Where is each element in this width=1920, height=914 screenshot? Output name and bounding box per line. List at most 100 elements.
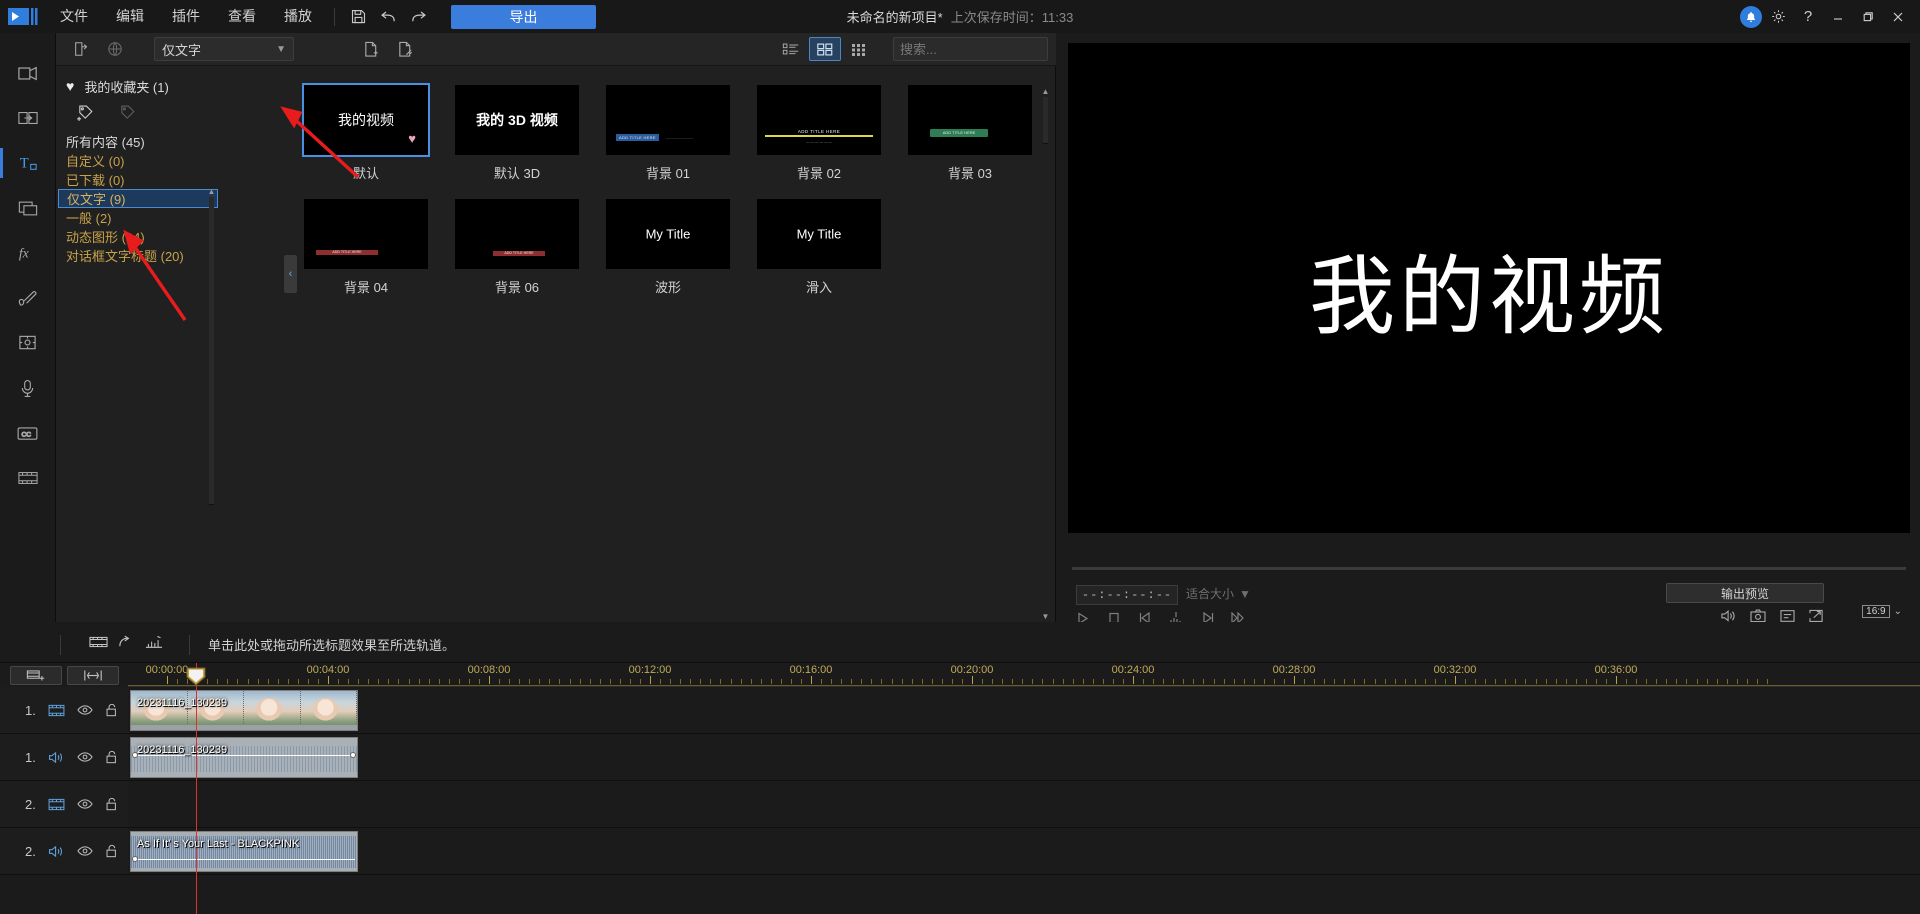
add-track-icon[interactable] <box>10 665 62 685</box>
audio-track-icon[interactable] <box>48 751 65 764</box>
unlocked-icon[interactable] <box>105 797 118 811</box>
template-cell-background-01[interactable]: ADD TITLE HERE ————————— 背景 01 <box>606 85 730 182</box>
edit-template-icon[interactable] <box>388 36 422 62</box>
eye-visible-icon[interactable] <box>77 798 93 810</box>
sidebar-item-titles[interactable]: T <box>9 147 47 179</box>
sidebar-item-transitions[interactable] <box>9 102 47 134</box>
menu-item-plugins[interactable]: 插件 <box>158 0 214 33</box>
sidebar-item-media[interactable] <box>9 57 47 89</box>
template-thumbnail[interactable]: 我的 3D 视频 <box>455 85 579 155</box>
library-filter-dropdown[interactable]: 仅文字 ▼ <box>154 37 294 61</box>
template-thumbnail[interactable]: ADD TITLE HERE — — — — — — <box>757 85 881 155</box>
menu-item-edit[interactable]: 编辑 <box>102 0 158 33</box>
track-lane[interactable] <box>128 781 1920 827</box>
template-cell-background-03[interactable]: ADD TITLE HERE 背景 03 <box>908 85 1032 182</box>
export-button[interactable]: 导出 <box>451 4 596 29</box>
timeline-ruler[interactable]: 00:00:00 00:04:00 00:08:00 00:12:00 00:1… <box>128 663 1920 687</box>
undo-icon[interactable] <box>373 4 403 30</box>
search-input[interactable] <box>900 41 1076 57</box>
unlocked-icon[interactable] <box>105 750 118 764</box>
template-cell-slide-in[interactable]: My Title 滑入 <box>757 199 881 296</box>
collapse-panel-chevron-icon[interactable]: ‹ <box>284 255 297 293</box>
notification-bell-icon[interactable] <box>1740 5 1762 28</box>
import-media-icon[interactable] <box>64 36 98 62</box>
video-track-icon[interactable] <box>48 798 65 811</box>
template-cell-background-04[interactable]: ADD TITLE HERE 背景 04 <box>304 199 428 296</box>
audio-volume-line[interactable] <box>133 859 355 860</box>
audio-keyframe-dot[interactable] <box>350 752 356 758</box>
category-item-text-only[interactable]: 仅文字 (9) <box>58 189 218 208</box>
sidebar-item-voice-record[interactable] <box>9 372 47 404</box>
audio-keyframe-dot[interactable] <box>132 856 138 862</box>
unlocked-icon[interactable] <box>105 844 118 858</box>
add-template-icon[interactable] <box>354 36 388 62</box>
search-box[interactable] <box>893 37 1089 61</box>
audio-track-icon[interactable] <box>48 845 65 858</box>
preview-scrubber[interactable] <box>1072 567 1906 570</box>
sidebar-item-storyboard[interactable] <box>9 462 47 494</box>
add-tag-icon[interactable] <box>76 103 96 128</box>
grid-scrollbar[interactable]: ▲ ▼ <box>1040 85 1051 622</box>
maximize-restore-icon[interactable] <box>1854 4 1882 30</box>
menu-item-view[interactable]: 查看 <box>214 0 270 33</box>
scroll-track[interactable] <box>1043 97 1048 144</box>
aspect-ratio-selector[interactable]: 16:9 ⌄ <box>1862 605 1902 618</box>
template-thumbnail[interactable]: My Title <box>757 199 881 269</box>
redo-icon[interactable] <box>403 4 433 30</box>
template-cell-default[interactable]: 我的视频 ♥ 默认 <box>302 83 430 182</box>
timeline-clip-audio[interactable]: 20231116_130239 <box>130 737 358 778</box>
globe-download-icon[interactable] <box>98 36 132 62</box>
audio-mixer-icon[interactable] <box>67 665 119 685</box>
category-item-dialogue-titles[interactable]: 对话框文字标题 (20) <box>58 246 218 265</box>
keyframe-icon[interactable] <box>145 635 163 654</box>
gear-icon[interactable] <box>1764 4 1792 30</box>
help-question-icon[interactable]: ? <box>1794 4 1822 30</box>
timeline-clip-music[interactable]: As If It’ s Your Last - BLACKPINK <box>130 831 358 872</box>
eye-visible-icon[interactable] <box>77 704 93 716</box>
template-cell-background-06[interactable]: ADD TITLE HERE 背景 06 <box>455 199 579 296</box>
rotate-icon[interactable] <box>118 635 135 654</box>
fit-size-dropdown[interactable]: 适合大小 ▼ <box>1186 585 1251 602</box>
category-item-general[interactable]: 一般 (2) <box>58 208 218 227</box>
template-thumbnail[interactable]: My Title <box>606 199 730 269</box>
template-thumbnail[interactable]: ADD TITLE HERE <box>455 199 579 269</box>
track-lane[interactable]: 20231116_130239 <box>128 687 1920 733</box>
list-view-icon[interactable] <box>775 37 807 61</box>
template-thumbnail[interactable]: ADD TITLE HERE <box>908 85 1032 155</box>
save-icon[interactable] <box>343 4 373 30</box>
minimize-icon[interactable] <box>1824 4 1852 30</box>
sidebar-item-overlays[interactable] <box>9 192 47 224</box>
preview-timecode[interactable]: --:--:--:-- <box>1076 585 1178 605</box>
video-track-icon[interactable] <box>48 704 65 717</box>
sidebar-item-motion-tracking[interactable] <box>9 327 47 359</box>
category-item-motion-graphics[interactable]: 动态图形 (14) <box>58 227 218 246</box>
caret-up-icon[interactable]: ▲ <box>1040 85 1051 97</box>
track-lane[interactable]: As If It’ s Your Last - BLACKPINK <box>128 828 1920 874</box>
grid-view-icon[interactable] <box>809 37 841 61</box>
template-cell-waveform[interactable]: My Title 波形 <box>606 199 730 296</box>
category-item-custom[interactable]: 自定义 (0) <box>58 151 218 170</box>
sidebar-item-captions[interactable]: CC <box>9 417 47 449</box>
category-item-all[interactable]: 所有内容 (45) <box>58 132 218 151</box>
eye-visible-icon[interactable] <box>77 751 93 763</box>
template-thumbnail[interactable]: 我的视频 ♥ <box>302 83 430 157</box>
output-preview-button[interactable]: 输出预览 <box>1666 583 1824 603</box>
caret-up-icon[interactable]: ▲ <box>206 186 217 197</box>
capture-icon[interactable] <box>89 635 108 654</box>
template-cell-default-3d[interactable]: 我的 3D 视频 默认 3D <box>455 85 579 182</box>
category-scrollbar[interactable]: ▲ <box>206 186 217 516</box>
track-lane[interactable]: 20231116_130239 <box>128 734 1920 780</box>
caret-down-icon[interactable]: ▼ <box>1040 610 1051 622</box>
sidebar-item-paint[interactable] <box>9 282 47 314</box>
menu-item-play[interactable]: 播放 <box>270 0 326 33</box>
template-thumbnail[interactable]: ADD TITLE HERE <box>304 199 428 269</box>
scroll-track[interactable] <box>209 197 214 505</box>
playhead-marker-icon[interactable] <box>185 667 207 686</box>
template-cell-background-02[interactable]: ADD TITLE HERE — — — — — — 背景 02 <box>757 85 881 182</box>
preview-stage[interactable]: 我的视频 <box>1068 43 1910 533</box>
category-item-downloaded[interactable]: 已下载 (0) <box>58 170 218 189</box>
favorites-row[interactable]: ♥ 我的收藏夹 (1) <box>56 75 220 97</box>
eye-visible-icon[interactable] <box>77 845 93 857</box>
close-icon[interactable] <box>1884 4 1912 30</box>
unlocked-icon[interactable] <box>105 703 118 717</box>
